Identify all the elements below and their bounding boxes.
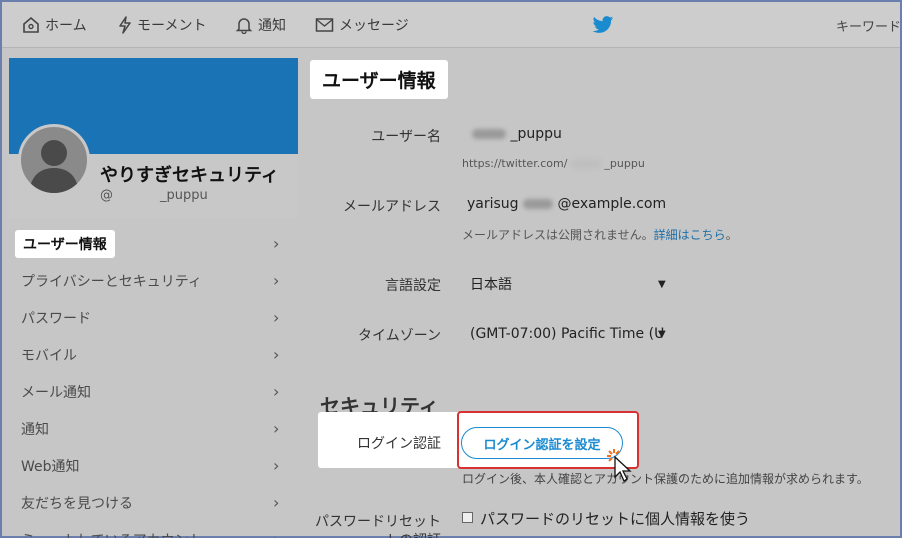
language-label: 言語設定 xyxy=(385,278,441,294)
timezone-label: タイムゾーン xyxy=(357,328,441,344)
handle-suffix: _puppu xyxy=(160,188,208,203)
chevron-right-icon: › xyxy=(273,530,279,538)
sidebar-item-web-notifications[interactable]: Web通知 › xyxy=(9,447,298,484)
nav-notifications[interactable]: 通知 xyxy=(235,14,286,36)
page-title: ユーザー情報 xyxy=(310,60,448,99)
sidebar-item-label: プライバシーとセキュリティ xyxy=(21,273,202,290)
email-note-text: メールアドレスは公開されません。 xyxy=(462,228,654,242)
profile-url: https://twitter.com/ _puppu xyxy=(462,157,645,170)
profile-url-suffix: _puppu xyxy=(604,157,645,170)
chevron-right-icon: › xyxy=(273,382,280,401)
redacted-blur xyxy=(570,160,601,168)
profile-url-prefix: https://twitter.com/ xyxy=(462,157,568,170)
nav-notifications-label: 通知 xyxy=(258,18,286,34)
sidebar-item-muted-accounts[interactable]: ミュートしているアカウント › xyxy=(9,521,298,538)
twitter-logo[interactable] xyxy=(592,15,614,39)
setup-login-verification-button[interactable]: ログイン認証を設定 xyxy=(461,427,623,459)
sidebar-item-email-notifications[interactable]: メール通知 › xyxy=(9,373,298,410)
display-name: やりすぎセキュリティ xyxy=(100,165,279,186)
nav-moments[interactable]: モーメント xyxy=(118,14,206,36)
username-value[interactable]: _puppu xyxy=(472,126,562,142)
bell-icon xyxy=(235,18,253,34)
chevron-right-icon: › xyxy=(273,419,280,438)
redacted-blur xyxy=(472,129,506,139)
sidebar-item-label: メール通知 xyxy=(21,384,91,401)
timezone-select[interactable]: (GMT-07:00) Pacific Time (U ▼ xyxy=(470,321,670,347)
chevron-right-icon: › xyxy=(273,234,280,253)
username-suffix: _puppu xyxy=(510,126,562,142)
sidebar-item-label: パスワード xyxy=(21,310,91,327)
handle-at: @ xyxy=(100,188,113,203)
chevron-right-icon: › xyxy=(273,308,280,327)
email-note-end: 。 xyxy=(725,228,738,242)
redacted-blur xyxy=(523,199,554,209)
sidebar-item-mobile[interactable]: モバイル › xyxy=(9,336,298,373)
nav-moments-label: モーメント xyxy=(137,18,207,34)
sidebar-item-label: ユーザー情報 xyxy=(15,229,115,258)
dropdown-arrow-icon: ▼ xyxy=(658,328,666,340)
sidebar-item-user-info[interactable]: ユーザー情報 › xyxy=(9,225,298,262)
lightning-icon xyxy=(119,16,131,34)
search-placeholder: キーワード検 xyxy=(836,20,900,35)
nav-home-label: ホーム xyxy=(45,18,87,34)
username-label: ユーザー名 xyxy=(371,129,441,145)
envelope-icon xyxy=(315,18,334,32)
sidebar-item-label: 友だちを見つける xyxy=(21,495,133,512)
search-input[interactable]: キーワード検 xyxy=(836,16,900,35)
email-prefix: yarisug xyxy=(467,196,519,212)
sidebar-item-label: 通知 xyxy=(21,421,49,438)
password-reset-label: パスワードリセット xyxy=(315,514,441,530)
dropdown-arrow-icon: ▼ xyxy=(658,278,666,290)
sidebar-item-label: ミュートしているアカウント xyxy=(21,530,203,538)
chevron-right-icon: › xyxy=(273,271,280,290)
password-reset-checkbox[interactable] xyxy=(462,512,473,523)
email-value[interactable]: yarisug @example.com xyxy=(467,196,666,212)
sidebar-item-find-friends[interactable]: 友だちを見つける › xyxy=(9,484,298,521)
nav-messages[interactable]: メッセージ xyxy=(315,14,409,36)
home-icon xyxy=(23,16,39,33)
language-value: 日本語 xyxy=(470,277,512,293)
chevron-right-icon: › xyxy=(273,493,280,512)
email-suffix: @example.com xyxy=(557,196,667,212)
login-verification-label: ログイン認証 xyxy=(357,436,441,452)
nav-messages-label: メッセージ xyxy=(339,18,409,34)
top-nav-bar: ホーム モーメント 通知 メッセージ キーワード検 xyxy=(2,2,900,48)
chevron-right-icon: › xyxy=(273,456,280,475)
email-note: メールアドレスは公開されません。詳細はこちら。 xyxy=(462,226,738,243)
email-label: メールアドレス xyxy=(343,199,441,215)
nav-home[interactable]: ホーム xyxy=(22,14,87,36)
login-verification-note: ログイン後、本人確認とアカウント保護のために追加情報が求められます。 xyxy=(462,472,869,486)
sidebar-item-password[interactable]: パスワード › xyxy=(9,299,298,336)
cursor-pointer-icon xyxy=(606,448,638,488)
timezone-value: (GMT-07:00) Pacific Time (U xyxy=(470,326,665,342)
email-details-link[interactable]: 詳細はこちら xyxy=(654,228,726,242)
sidebar-item-privacy[interactable]: プライバシーとセキュリティ › xyxy=(9,262,298,299)
password-reset-checkbox-label[interactable]: パスワードのリセットに個人情報を使う xyxy=(480,508,750,529)
default-avatar-icon xyxy=(29,140,79,193)
sidebar-item-label: モバイル xyxy=(21,347,77,364)
sidebar-item-notifications[interactable]: 通知 › xyxy=(9,410,298,447)
bird-icon xyxy=(592,16,614,33)
avatar[interactable] xyxy=(18,124,90,196)
password-reset-label-line2: トの認証 xyxy=(301,530,441,538)
sidebar-item-label: Web通知 xyxy=(21,458,80,475)
profile-card: やりすぎセキュリティ @ _puppu xyxy=(9,58,298,218)
chevron-right-icon: › xyxy=(273,345,280,364)
language-select[interactable]: 日本語 ▼ xyxy=(470,271,670,297)
